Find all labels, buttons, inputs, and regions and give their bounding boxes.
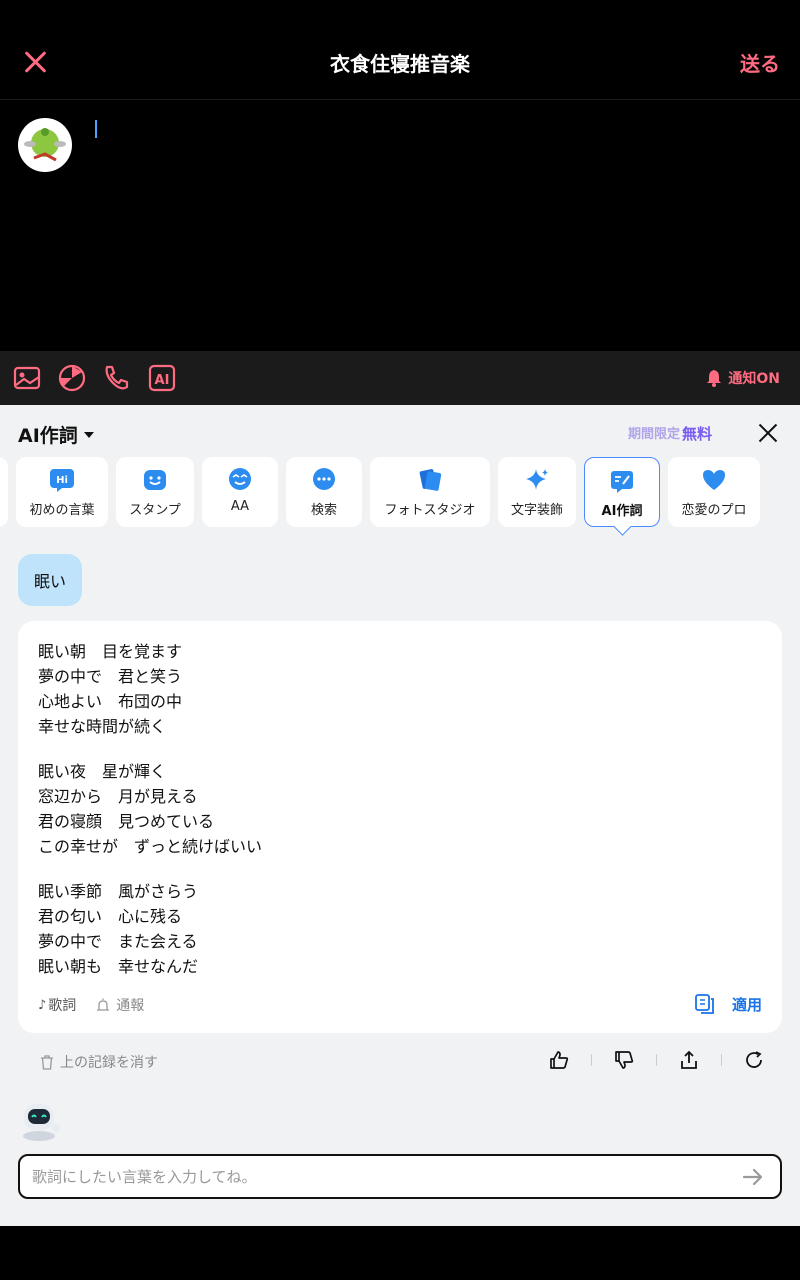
- lyrics-input-box[interactable]: [18, 1154, 782, 1199]
- lyric-line: 夢の中で また会える: [38, 932, 198, 951]
- tool-card-photo-studio[interactable]: フォトスタジオ: [370, 457, 490, 527]
- bell-icon: [707, 370, 722, 387]
- bot-avatar-icon: [23, 1104, 60, 1141]
- lyric-line: 眠い夜 星が輝く: [38, 762, 167, 781]
- separator: [591, 1054, 592, 1066]
- lyric-line: この幸せが ずっと続けばいい: [38, 837, 263, 856]
- tool-card-partial[interactable]: [0, 457, 8, 527]
- ai-lyrics-icon: [611, 471, 633, 493]
- system-nav-bar: [0, 1226, 800, 1280]
- phone-icon[interactable]: [101, 363, 131, 393]
- face-icon: [229, 468, 251, 490]
- svg-text:AI: AI: [155, 373, 170, 388]
- alarm-icon: [97, 998, 110, 1011]
- lyric-line: 眠い朝も 幸せなんだ: [38, 957, 199, 976]
- lyric-line: 窓辺から 月が見える: [38, 787, 198, 806]
- compose-toolbar: AI 通知ON: [0, 351, 800, 405]
- tool-card-text-decor[interactable]: 文字装飾: [498, 457, 576, 527]
- notify-label: 通知ON: [728, 371, 780, 387]
- search-bubble-icon: [313, 468, 335, 490]
- lyric-line: 君の匂い 心に残る: [38, 907, 183, 926]
- tool-card-love-pro[interactable]: 恋愛のプロ: [668, 457, 760, 527]
- notify-toggle[interactable]: 通知ON: [704, 368, 780, 388]
- tool-label: 検索: [310, 503, 337, 518]
- hi-icon: Hi: [50, 469, 74, 492]
- panel-title: AI作詞: [18, 425, 78, 447]
- text-caret: [95, 120, 97, 138]
- compose-area[interactable]: [0, 100, 800, 351]
- feedback-icons: [549, 1050, 764, 1070]
- tool-card-search[interactable]: 検索: [286, 457, 362, 527]
- lyrics-stanza-1: 眠い朝 目を覚ます 夢の中で 君と笑う 心地よい 布団の中 幸せな時間が続く: [38, 639, 182, 739]
- trash-icon: [41, 1054, 53, 1070]
- svg-text:Hi: Hi: [56, 475, 68, 486]
- panel-title-dropdown[interactable]: AI作詞: [18, 421, 94, 448]
- lyric-line: 君の寝顔 見つめている: [38, 812, 215, 831]
- photo-studio-icon: [419, 469, 442, 491]
- header: 衣食住寝推音楽 送る: [0, 0, 800, 100]
- report-label: 通報: [116, 998, 145, 1014]
- lyric-line: 眠い朝 目を覚ます: [38, 642, 183, 661]
- send-arrow-icon[interactable]: [742, 1166, 764, 1188]
- sparkle-icon: [526, 469, 548, 490]
- lyric-line: 心地よい 布団の中: [38, 692, 183, 711]
- tool-card-first-words[interactable]: Hi 初めの言葉: [16, 457, 108, 527]
- promo-free: 無料: [682, 425, 713, 443]
- lyric-line: 眠い季節 風がさらう: [38, 882, 199, 901]
- lyrics-stanza-2: 眠い夜 星が輝く 窓辺から 月が見える 君の寝顔 見つめている この幸せが ずっ…: [38, 759, 262, 859]
- clear-history-label: 上の記録を消す: [60, 1055, 158, 1071]
- tool-label: 文字装飾: [510, 503, 563, 518]
- thumbs-down-icon[interactable]: [614, 1050, 634, 1070]
- panel-close-icon[interactable]: [756, 421, 780, 445]
- tool-label: AI作詞: [601, 504, 643, 519]
- lyrics-footer: ♪ 歌詞 通報: [38, 995, 144, 1015]
- tool-card-ai-lyrics[interactable]: AI作詞: [584, 457, 660, 527]
- lyric-line: 夢の中で 君と笑う: [38, 667, 183, 686]
- lyrics-stanza-3: 眠い季節 風がさらう 君の匂い 心に残る 夢の中で また会える 眠い朝も 幸せな…: [38, 879, 198, 979]
- tool-label: 恋愛のプロ: [681, 503, 747, 518]
- tool-label: 初めの言葉: [29, 503, 95, 518]
- user-message-bubble: 眠い: [18, 554, 83, 606]
- lyric-line: 幸せな時間が続く: [38, 717, 167, 736]
- ai-lyrics-panel: AI作詞 期間限定 無料 Hi 初めの言葉 スタンプ AA 検索 フォトスタジオ…: [0, 405, 800, 1226]
- emoji-sticker-icon[interactable]: [57, 363, 87, 393]
- lyrics-tag-label: 歌詞: [48, 998, 77, 1014]
- tool-card-aa[interactable]: AA: [202, 457, 278, 527]
- ai-icon[interactable]: AI: [147, 363, 177, 393]
- sticker-icon: [144, 470, 166, 490]
- tool-label: フォトスタジオ: [384, 503, 476, 518]
- tool-label: スタンプ: [129, 503, 181, 518]
- page-title: 衣食住寝推音楽: [330, 52, 470, 76]
- tool-label: AA: [230, 499, 250, 514]
- heart-icon: [703, 470, 725, 490]
- promo-period: 期間限定: [628, 427, 681, 442]
- clear-history-button[interactable]: 上の記録を消す: [40, 1052, 158, 1072]
- copy-icon[interactable]: [694, 993, 716, 1015]
- report-button[interactable]: 通報: [96, 995, 144, 1015]
- send-button[interactable]: 送る: [740, 48, 780, 77]
- image-icon[interactable]: [12, 363, 42, 393]
- caret-down-icon: [83, 431, 94, 438]
- share-icon[interactable]: [679, 1050, 699, 1070]
- avatar: [18, 118, 72, 172]
- lyrics-card: 眠い朝 目を覚ます 夢の中で 君と笑う 心地よい 布団の中 幸せな時間が続く 眠…: [18, 621, 782, 1033]
- lyrics-tag: ♪ 歌詞: [38, 995, 76, 1015]
- separator: [656, 1054, 657, 1066]
- apply-area: 適用: [694, 993, 762, 1015]
- apply-button[interactable]: 適用: [732, 994, 762, 1015]
- lyrics-input[interactable]: [32, 1164, 712, 1190]
- music-note-icon: ♪: [38, 997, 47, 1013]
- separator: [721, 1054, 722, 1066]
- tool-carousel[interactable]: Hi 初めの言葉 スタンプ AA 検索 フォトスタジオ 文字装飾 AI作詞 恋愛…: [0, 457, 800, 533]
- tool-card-sticker[interactable]: スタンプ: [116, 457, 194, 527]
- promo-badge: 期間限定 無料: [628, 423, 712, 444]
- thumbs-up-icon[interactable]: [549, 1050, 569, 1070]
- message-actions: 上の記録を消す: [0, 1050, 800, 1074]
- refresh-icon[interactable]: [744, 1050, 764, 1070]
